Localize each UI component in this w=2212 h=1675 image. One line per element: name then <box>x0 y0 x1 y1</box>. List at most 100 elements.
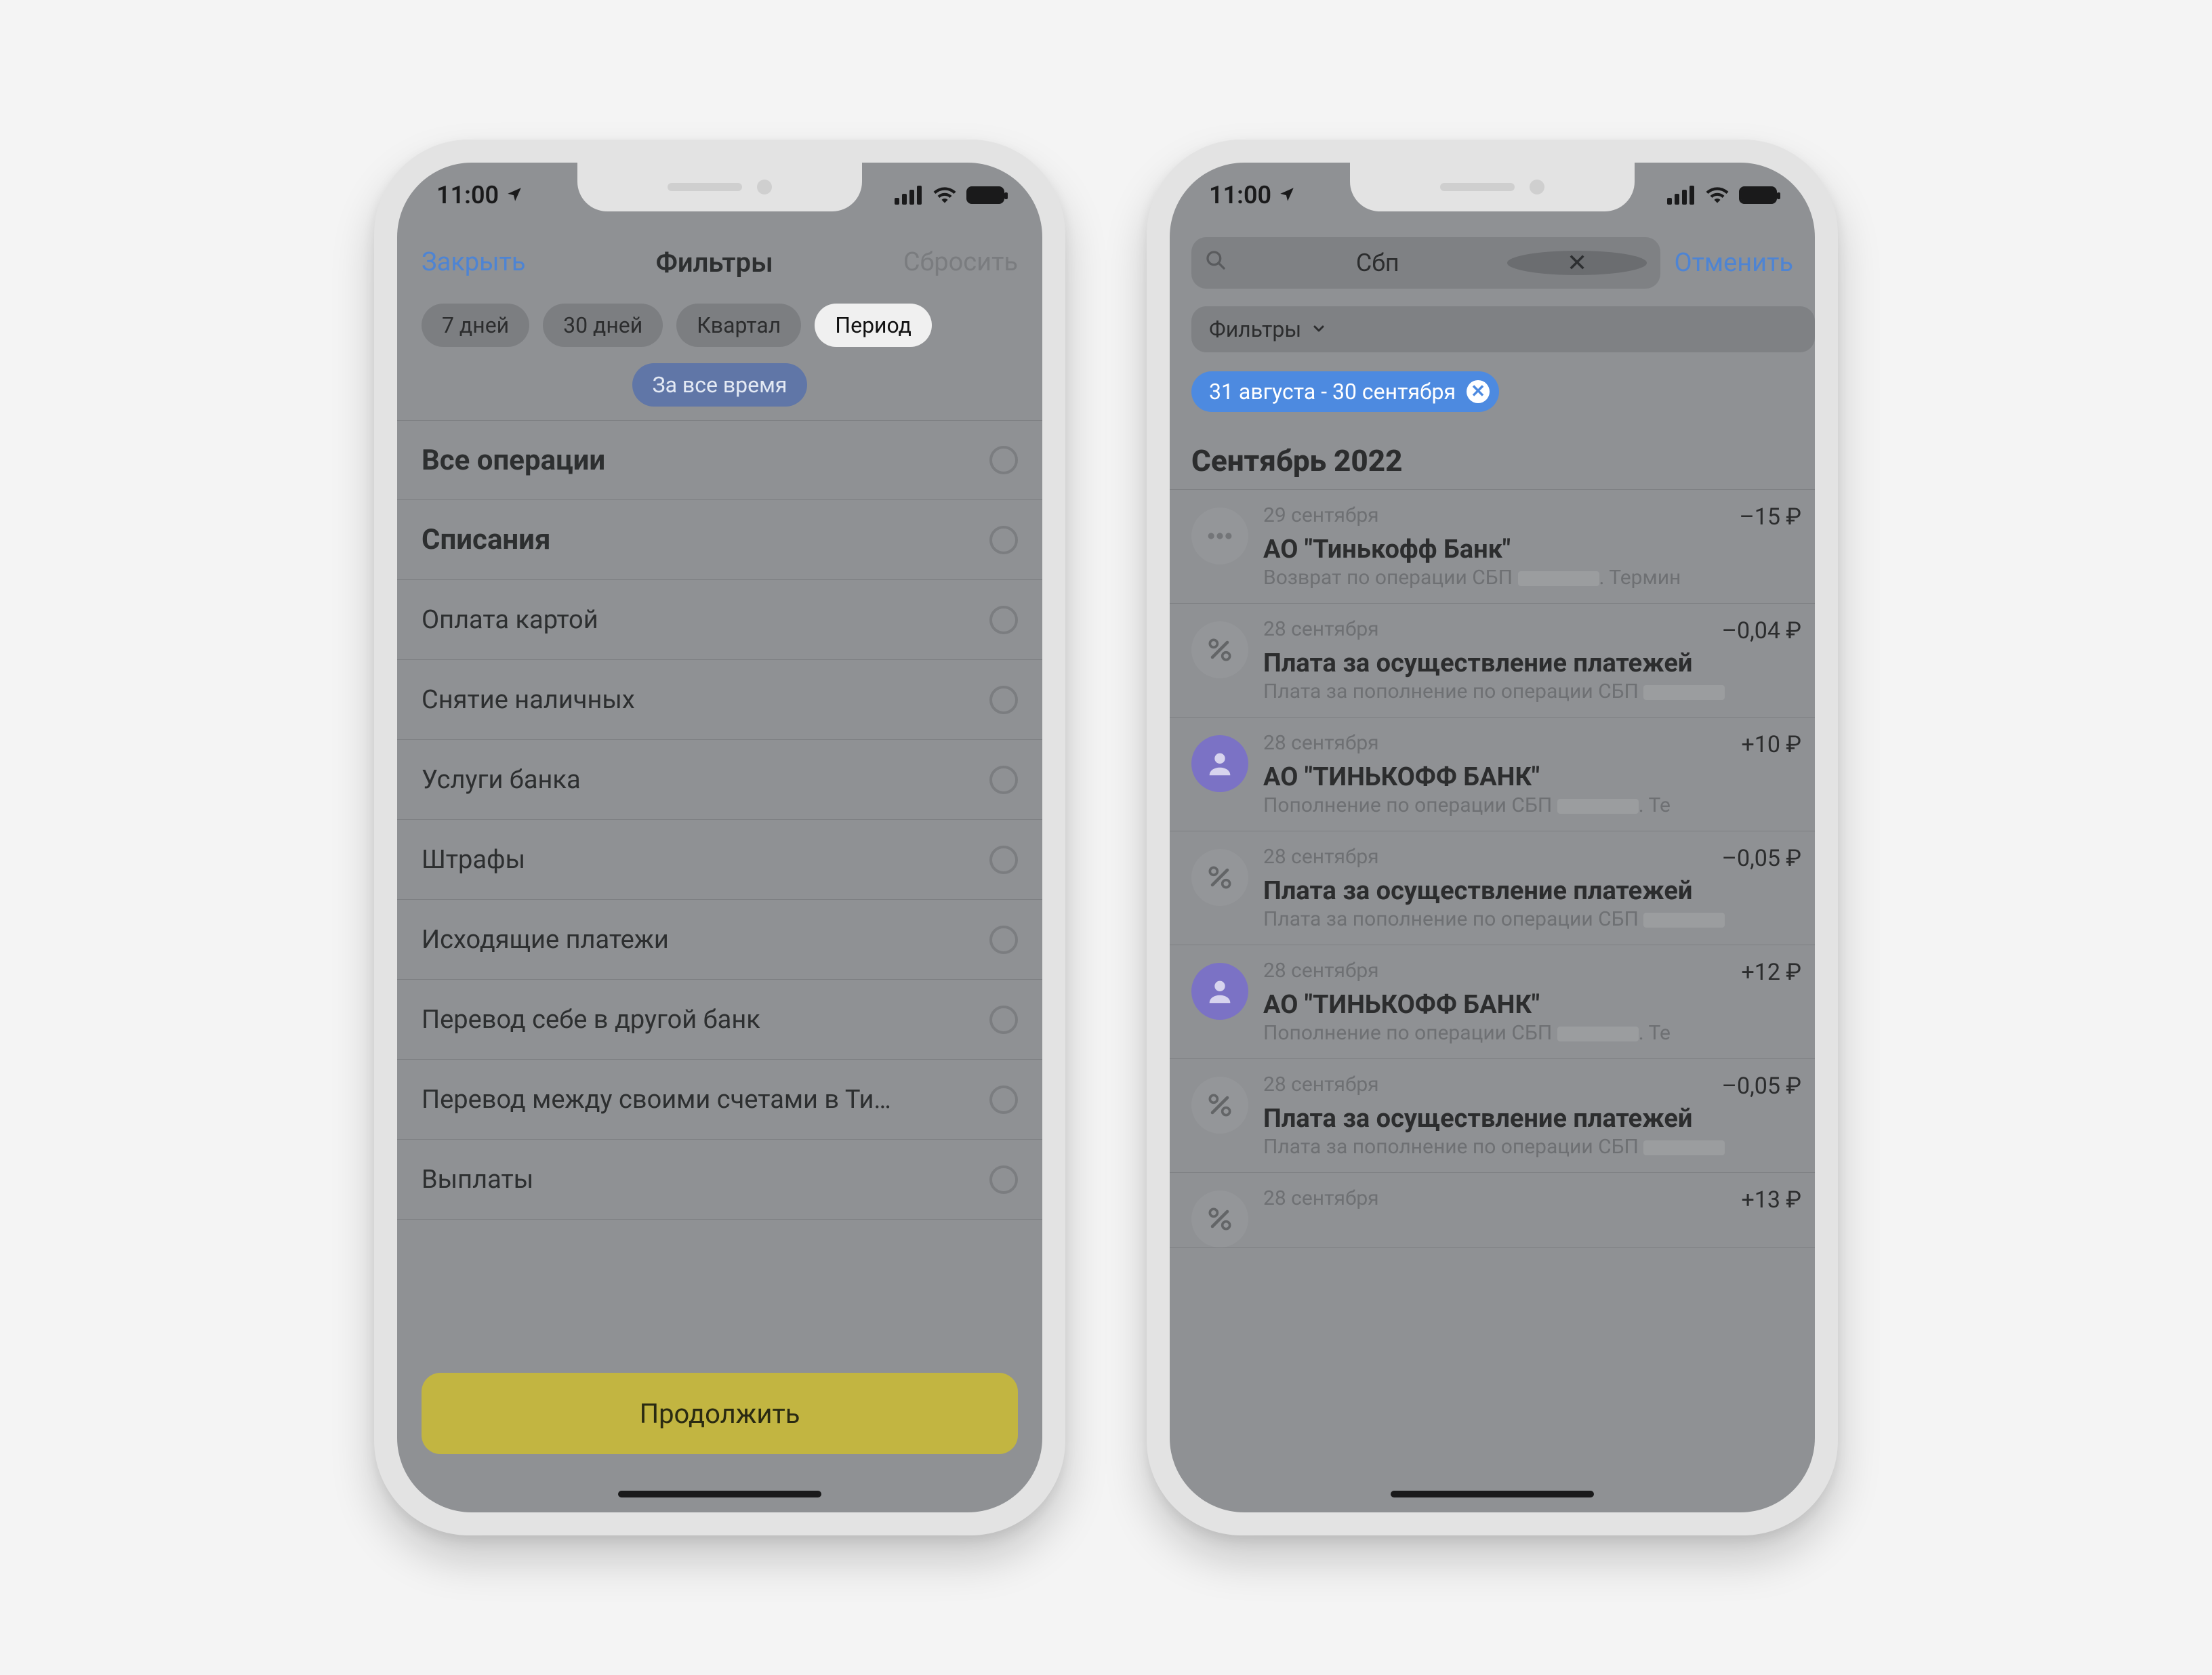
transaction-amount: –0,05 ₽ <box>1722 1073 1801 1100</box>
transaction-amount: –0,05 ₽ <box>1722 845 1801 872</box>
date-range-pill[interactable]: 31 августа - 30 сентября ✕ <box>1191 371 1499 412</box>
remove-pill-icon[interactable]: ✕ <box>1467 380 1490 403</box>
percent-icon <box>1191 1077 1248 1134</box>
chip-quarter[interactable]: Квартал <box>676 304 801 347</box>
dots-icon <box>1191 508 1248 564</box>
option-row[interactable]: Все операции <box>397 420 1042 500</box>
filters-title: Фильтры <box>656 247 773 278</box>
percent-icon <box>1191 621 1248 678</box>
radio-icon[interactable] <box>989 766 1018 794</box>
reset-button[interactable]: Сбросить <box>903 247 1018 277</box>
close-button[interactable]: Закрыть <box>422 247 526 277</box>
screen-filters: 11:00 Закрыть Фильтры Сбросить 7 дней 30… <box>397 163 1042 1512</box>
status-time: 11:00 <box>436 181 499 209</box>
transaction-subtitle: Пополнение по операции СБП . Те <box>1263 1021 1801 1045</box>
chip-30-days[interactable]: 30 дней <box>543 304 663 347</box>
operation-type-list: Все операции Списания Оплата картой Снятие … <box>397 420 1042 1512</box>
transaction-row[interactable]: 28 сентября+13 ₽ <box>1170 1172 1815 1248</box>
person-icon <box>1191 735 1248 792</box>
option-label: Штрафы <box>422 845 525 875</box>
option-row[interactable]: Перевод между своими счетами в Ти… <box>397 1060 1042 1140</box>
location-icon <box>1278 181 1296 209</box>
chip-period[interactable]: Период <box>815 304 932 347</box>
search-input[interactable]: Сбп ✕ <box>1191 237 1660 289</box>
option-label: Услуги банка <box>422 765 581 795</box>
option-label: Оплата картой <box>422 605 598 635</box>
person-icon <box>1191 963 1248 1020</box>
radio-icon[interactable] <box>989 1085 1018 1114</box>
transaction-row[interactable]: 28 сентября–0,04 ₽Плата за осуществление… <box>1170 603 1815 717</box>
transaction-row[interactable]: 29 сентября–15 ₽АО "Тинькофф Банк"Возвра… <box>1170 489 1815 603</box>
filters-header: Закрыть Фильтры Сбросить <box>397 228 1042 297</box>
transaction-amount: +12 ₽ <box>1741 959 1801 986</box>
chip-7-days[interactable]: 7 дней <box>422 304 529 347</box>
screen-transactions: 11:00 Сбп ✕ Отменить <box>1170 163 1815 1512</box>
option-row[interactable]: Услуги банка <box>397 740 1042 820</box>
transaction-date: 28 сентября <box>1263 731 1379 758</box>
transaction-list[interactable]: 29 сентября–15 ₽АО "Тинькофф Банк"Возвра… <box>1170 489 1815 1248</box>
transaction-title: АО "ТИНЬКОФФ БАНК" <box>1263 762 1801 792</box>
option-row[interactable]: Снятие наличных <box>397 660 1042 740</box>
status-time: 11:00 <box>1209 181 1271 209</box>
option-row[interactable]: Перевод себе в другой банк <box>397 980 1042 1060</box>
location-icon <box>506 181 523 209</box>
option-label: Перевод себе в другой банк <box>422 1005 760 1035</box>
period-chips: 7 дней 30 дней Квартал Период <box>397 297 1042 347</box>
transaction-amount: +10 ₽ <box>1741 731 1801 758</box>
option-row[interactable]: Списания <box>397 500 1042 580</box>
transaction-amount: –0,04 ₽ <box>1722 617 1801 644</box>
transaction-row[interactable]: 28 сентября–0,05 ₽Плата за осуществление… <box>1170 1058 1815 1172</box>
battery-icon <box>966 186 1004 204</box>
search-value: Сбп <box>1356 249 1496 277</box>
phone-right: 11:00 Сбп ✕ Отменить <box>1147 140 1838 1535</box>
option-row[interactable]: Исходящие платежи <box>397 900 1042 980</box>
cellular-icon <box>895 186 923 205</box>
clear-search-icon[interactable]: ✕ <box>1507 251 1647 275</box>
month-header: Сентябрь 2022 <box>1170 412 1815 489</box>
device-notch <box>577 163 862 211</box>
radio-icon[interactable] <box>989 446 1018 474</box>
continue-button[interactable]: Продолжить <box>422 1373 1018 1454</box>
search-icon <box>1205 249 1345 277</box>
transaction-row[interactable]: 28 сентября–0,05 ₽Плата за осуществление… <box>1170 831 1815 945</box>
option-row[interactable]: Оплата картой <box>397 580 1042 660</box>
transaction-row[interactable]: 28 сентября +10 ₽ АО "ТИНЬКОФФ БАНК"Пополн… <box>1170 717 1815 831</box>
home-indicator[interactable] <box>1391 1491 1594 1497</box>
pending-icon <box>1191 1191 1248 1247</box>
radio-icon[interactable] <box>989 926 1018 954</box>
redacted-icon <box>1643 913 1725 928</box>
transaction-row[interactable]: 28 сентября+12 ₽АО "ТИНЬКОФФ БАНК"Пополн… <box>1170 945 1815 1058</box>
option-label: Снятие наличных <box>422 685 635 715</box>
option-row[interactable]: Штрафы <box>397 820 1042 900</box>
redacted-icon <box>1643 1140 1725 1155</box>
filters-dropdown[interactable]: Фильтры <box>1191 306 1815 352</box>
transaction-amount: +13 ₽ <box>1741 1186 1801 1214</box>
redacted-icon <box>1557 799 1639 814</box>
transaction-subtitle: Пополнение по операции СБП . Те <box>1263 793 1801 817</box>
option-row[interactable]: Выплаты <box>397 1140 1042 1220</box>
redacted-icon <box>1557 1027 1639 1041</box>
transaction-title: Плата за осуществление платежей <box>1263 648 1801 678</box>
wifi-icon <box>1705 181 1729 209</box>
chip-all-time[interactable]: За все время <box>632 363 808 407</box>
transaction-date: 29 сентября <box>1263 503 1379 531</box>
date-range-label: 31 августа - 30 сентября <box>1209 379 1456 405</box>
radio-icon[interactable] <box>989 1165 1018 1194</box>
search-row: Сбп ✕ Отменить <box>1170 228 1815 293</box>
option-label: Списания <box>422 523 550 556</box>
cancel-button[interactable]: Отменить <box>1674 248 1793 278</box>
radio-icon[interactable] <box>989 686 1018 714</box>
transaction-subtitle: Возврат по операции СБП . Термин <box>1263 566 1801 590</box>
radio-icon[interactable] <box>989 606 1018 634</box>
device-notch <box>1350 163 1635 211</box>
option-label: Перевод между своими счетами в Ти… <box>422 1085 891 1115</box>
radio-icon[interactable] <box>989 846 1018 874</box>
filters-dropdown-label: Фильтры <box>1209 316 1301 342</box>
option-label: Исходящие платежи <box>422 925 669 955</box>
redacted-icon <box>1518 571 1599 586</box>
radio-icon[interactable] <box>989 1006 1018 1034</box>
transaction-title: АО "Тинькофф Банк" <box>1263 535 1801 564</box>
home-indicator[interactable] <box>618 1491 821 1497</box>
transaction-title: Плата за осуществление платежей <box>1263 876 1801 906</box>
radio-icon[interactable] <box>989 526 1018 554</box>
